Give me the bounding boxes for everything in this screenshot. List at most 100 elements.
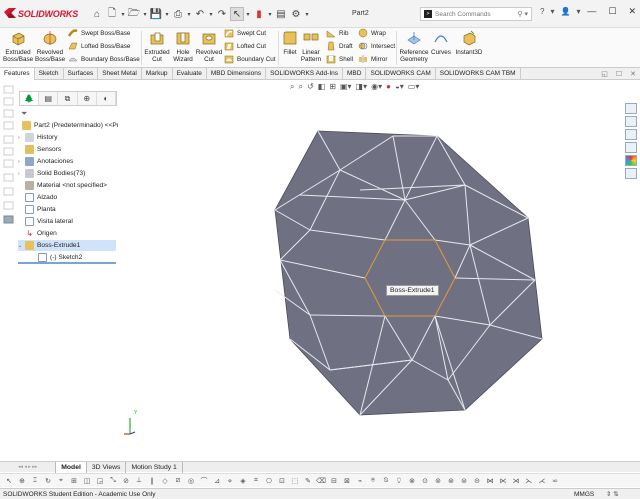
file-properties-icon[interactable]: ▤ [274, 7, 288, 21]
expand-icon[interactable]: › [18, 171, 25, 177]
toolbar-icon-34[interactable]: ⊚ [433, 476, 443, 486]
toolbar-icon-10[interactable]: ⊘ [121, 476, 131, 486]
toolbar-icon-11[interactable]: ⟂ [134, 476, 144, 486]
mirror-button[interactable]: Mirror [358, 54, 387, 64]
tab-3d-views[interactable]: 3D Views [87, 461, 127, 473]
toolbar-icon-6[interactable]: ⊞ [69, 476, 79, 486]
design-library-icon[interactable] [625, 116, 637, 127]
status-toggle-icon[interactable]: ⇕ ⇅ [606, 489, 619, 499]
toolbar-icon-4[interactable]: ↻ [43, 476, 53, 486]
panel-maximize-icon[interactable]: ☐ [616, 70, 622, 78]
tab-mbd-dimensions[interactable]: MBD Dimensions [207, 68, 267, 80]
toolbar-icon-29[interactable]: ⍟ [368, 476, 378, 486]
tree-item-visita-lateral[interactable]: Visita lateral [25, 216, 73, 227]
tree-item-origen[interactable]: ↳ Origen [25, 228, 57, 239]
instant3d-button[interactable]: Instant3D [453, 30, 485, 56]
hole-wizard-button[interactable]: Hole Wizard [170, 30, 196, 63]
toolbar-icon-25[interactable]: ⌫ [316, 476, 326, 486]
search-commands-input[interactable]: > Search Commands ⚲ ▾ [420, 7, 532, 21]
toolbar-icon-3[interactable]: ⌶ [30, 476, 40, 486]
select-arrow-icon[interactable]: ↖ [230, 7, 244, 21]
toolbar-icon-39[interactable]: ⋉ [498, 476, 508, 486]
lofted-boss-button[interactable]: Lofted Boss/Base [68, 41, 130, 51]
open-dropdown-icon[interactable]: ▾ [142, 7, 148, 21]
view-settings-icon[interactable]: ▭▾ [408, 82, 420, 92]
tab-sketch[interactable]: Sketch [35, 68, 64, 80]
tree-item-anotaciones[interactable]: › Anotaciones [18, 156, 73, 167]
fillet-button[interactable]: Fillet [281, 30, 299, 56]
toolbar-icon-2[interactable]: ⊕ [17, 476, 27, 486]
hide-show-items-icon[interactable]: ◉▾ [371, 82, 382, 92]
toolbar-icon-32[interactable]: ⊗ [407, 476, 417, 486]
view-palette-icon[interactable] [625, 142, 637, 153]
curves-button[interactable]: Curves [430, 30, 452, 56]
dimxpert-tab-icon[interactable]: ⊕ [78, 92, 97, 105]
swept-cut-button[interactable]: Swept Cut [224, 28, 266, 38]
print-icon[interactable]: ⎙ [171, 7, 185, 21]
toolbar-icon-7[interactable]: ◫ [82, 476, 92, 486]
help-icon[interactable]: ? [540, 7, 544, 16]
options-gear-icon[interactable]: ⚙ [289, 7, 303, 21]
tab-solidworks-cam-tbm[interactable]: SOLIDWORKS CAM TBM [436, 68, 521, 80]
rollback-bar[interactable] [18, 262, 116, 264]
toolbar-icon-16[interactable]: ⌒ [199, 476, 209, 486]
configuration-manager-tab-icon[interactable]: ⧉ [58, 92, 78, 105]
rebuild-icon[interactable]: ▮ [252, 7, 266, 21]
rib-button[interactable]: Rib [326, 28, 348, 38]
tree-item-history[interactable]: › History [18, 132, 58, 143]
toolbar-icon-26[interactable]: ⊟ [329, 476, 339, 486]
tab-scroll-arrows-icon[interactable]: ◂◂ ◂ ▸ ▸▸ [0, 461, 57, 473]
linear-pattern-button[interactable]: Linear Pattern [300, 30, 322, 63]
revolved-cut-button[interactable]: Revolved Cut [195, 30, 223, 63]
toolbar-icon-23[interactable]: ⬚ [290, 476, 300, 486]
tab-motion-study[interactable]: Motion Study 1 [126, 461, 183, 473]
toolbar-icon-37[interactable]: ⊝ [472, 476, 482, 486]
toolbar-icon-35[interactable]: ⊛ [446, 476, 456, 486]
tab-solidworks-cam[interactable]: SOLIDWORKS CAM [366, 68, 436, 80]
tree-item-solid-bodies[interactable]: › Solid Bodies(73) [18, 168, 85, 179]
expand-icon[interactable]: › [18, 159, 25, 165]
tree-item-boss-extrude1[interactable]: ⌄ Boss-Extrude1 [18, 240, 116, 251]
zoom-to-area-icon[interactable]: ⌕ [298, 82, 302, 92]
options-dropdown-icon[interactable]: ▾ [304, 7, 310, 21]
view-orientation-icon[interactable]: ▣▾ [340, 82, 352, 92]
dynamic-annotation-icon[interactable]: ⊞ [329, 82, 336, 92]
expand-icon[interactable]: › [18, 135, 25, 141]
filter-icon[interactable]: ⏷ [21, 109, 27, 119]
user-icon[interactable]: 👤 [560, 7, 570, 16]
toolbar-icon-17[interactable]: ⊿ [212, 476, 222, 486]
section-view-icon[interactable]: ◧ [318, 82, 326, 92]
home-icon[interactable]: ⌂ [90, 7, 104, 21]
new-dropdown-icon[interactable]: ▾ [120, 7, 126, 21]
swept-boss-button[interactable]: Swept Boss/Base [68, 28, 130, 38]
display-style-icon[interactable]: ◨▾ [356, 82, 368, 92]
edit-appearance-icon[interactable]: ● [386, 82, 391, 92]
tab-mbd[interactable]: MBD [343, 68, 367, 80]
rebuild-dropdown-icon[interactable]: ▾ [267, 7, 273, 21]
tab-surfaces[interactable]: Surfaces [64, 68, 99, 80]
maximize-icon[interactable]: ☐ [608, 6, 616, 17]
zoom-to-fit-icon[interactable]: ⌕ [290, 82, 294, 92]
toolbar-icon-5[interactable]: ⌖ [56, 476, 66, 486]
toolbar-icon-24[interactable]: ✎ [303, 476, 313, 486]
feature-tree-tab-icon[interactable]: 🌲 [20, 92, 40, 105]
tree-item-alzado[interactable]: Alzado [25, 192, 57, 203]
redo-icon[interactable]: ↷ [215, 7, 229, 21]
appearances-icon[interactable] [625, 155, 637, 166]
revolved-boss-button[interactable]: Revolved Boss/Base [35, 30, 65, 63]
new-document-icon[interactable]: 🗋 [105, 7, 119, 21]
solidworks-resources-icon[interactable] [625, 103, 637, 114]
toolbar-icon-28[interactable]: ⌁ [355, 476, 365, 486]
toolbar-icon-21[interactable]: ⎔ [264, 476, 274, 486]
save-dropdown-icon[interactable]: ▾ [164, 7, 170, 21]
boundary-cut-button[interactable]: Boundary Cut [224, 54, 276, 64]
select-dropdown-icon[interactable]: ▾ [245, 7, 251, 21]
graphics-area[interactable] [118, 81, 624, 460]
extruded-cut-button[interactable]: Extruded Cut [143, 30, 171, 63]
display-manager-tab-icon[interactable]: ◐ [97, 92, 117, 105]
apply-scene-icon[interactable]: ◒▾ [395, 82, 404, 92]
tree-item-material[interactable]: Material <not specified> [25, 180, 107, 191]
toolbar-icon-43[interactable]: ⋍ [550, 476, 560, 486]
toolbar-icon-19[interactable]: ◈ [238, 476, 248, 486]
wrap-button[interactable]: Wrap [358, 28, 386, 38]
